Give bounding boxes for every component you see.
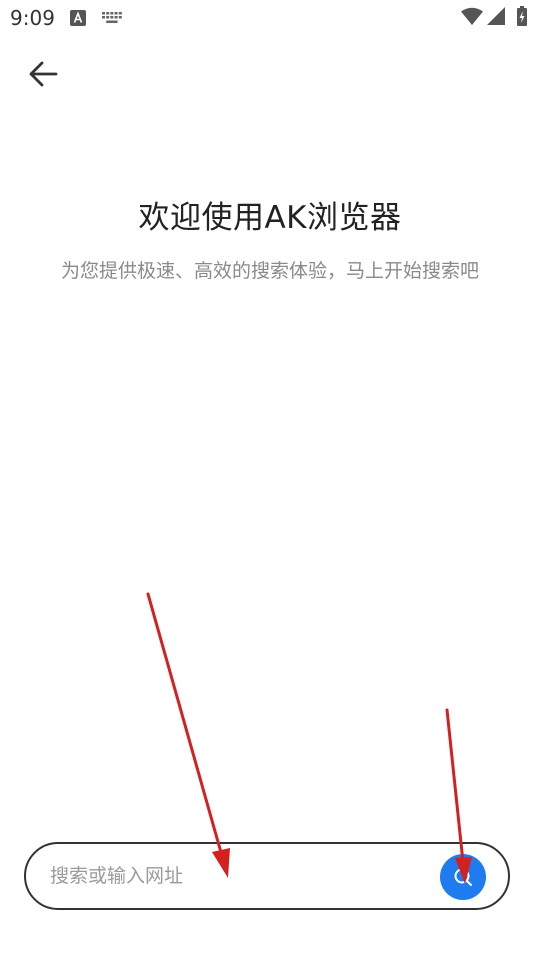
back-button[interactable]	[26, 58, 62, 90]
page-title: 欢迎使用AK浏览器	[138, 200, 402, 236]
arrow-left-icon	[29, 61, 58, 87]
search-button[interactable]	[440, 854, 486, 900]
status-indicators	[461, 6, 527, 26]
keyboard-icon	[102, 12, 122, 23]
search-input[interactable]	[50, 858, 410, 894]
status-bar: 9:09	[0, 0, 540, 36]
battery-charging-icon	[517, 6, 527, 26]
search-bar	[24, 842, 510, 910]
wifi-icon	[461, 7, 483, 25]
status-time: 9:09	[10, 6, 55, 30]
signal-icon	[487, 7, 505, 25]
text-input-a-icon	[70, 10, 86, 26]
annotation-arrows	[146, 592, 472, 884]
page-subtitle: 为您提供极速、高效的搜索体验，马上开始搜索吧	[60, 260, 479, 282]
annotation-arrow-to-input	[146, 592, 230, 878]
search-icon	[454, 868, 472, 886]
